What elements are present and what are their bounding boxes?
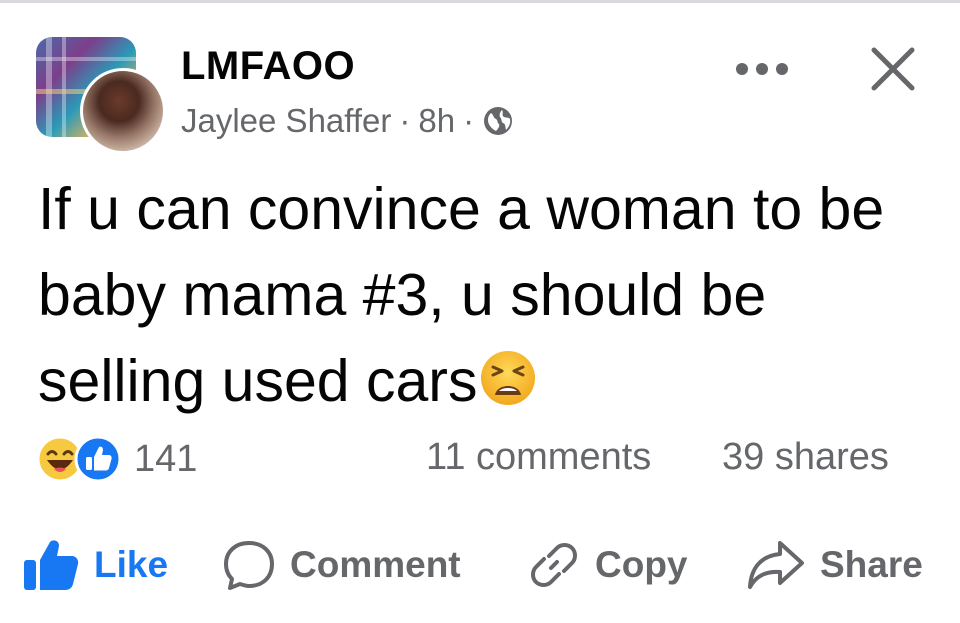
like-button[interactable]: Like bbox=[22, 540, 168, 590]
like-icon bbox=[24, 540, 79, 590]
like-label: Like bbox=[94, 544, 169, 585]
reaction-count: 141 bbox=[134, 437, 198, 480]
share-icon bbox=[748, 541, 804, 589]
weary-face-icon bbox=[481, 351, 536, 405]
share-button[interactable]: Share bbox=[746, 540, 923, 590]
globe-icon bbox=[484, 107, 513, 135]
more-options-icon[interactable] bbox=[734, 58, 790, 80]
author-avatar[interactable] bbox=[80, 68, 166, 154]
separator: · bbox=[463, 102, 475, 139]
share-label: Share bbox=[820, 544, 923, 585]
reaction-summary[interactable]: 141 bbox=[36, 434, 197, 484]
top-divider bbox=[0, 0, 960, 3]
post-body: If u can convince a woman to be baby mam… bbox=[38, 176, 885, 414]
shares-count[interactable]: 39 shares bbox=[722, 436, 889, 479]
link-icon bbox=[531, 543, 577, 587]
post-text: If u can convince a woman to be baby mam… bbox=[38, 166, 938, 424]
comment-button[interactable]: Comment bbox=[222, 540, 461, 590]
group-name[interactable]: LMFAOO bbox=[181, 44, 355, 89]
author-name[interactable]: Jaylee Shaffer bbox=[181, 102, 391, 140]
like-icon bbox=[74, 435, 122, 483]
copy-button[interactable]: Copy bbox=[527, 540, 688, 590]
post-time[interactable]: 8h bbox=[418, 102, 455, 140]
post-meta: Jaylee Shaffer · 8h · bbox=[181, 102, 514, 140]
copy-label: Copy bbox=[595, 544, 688, 585]
comments-count[interactable]: 11 comments bbox=[426, 436, 651, 479]
comment-label: Comment bbox=[290, 544, 461, 585]
comment-icon bbox=[224, 541, 274, 590]
close-icon[interactable] bbox=[868, 44, 918, 94]
separator: · bbox=[399, 102, 411, 139]
